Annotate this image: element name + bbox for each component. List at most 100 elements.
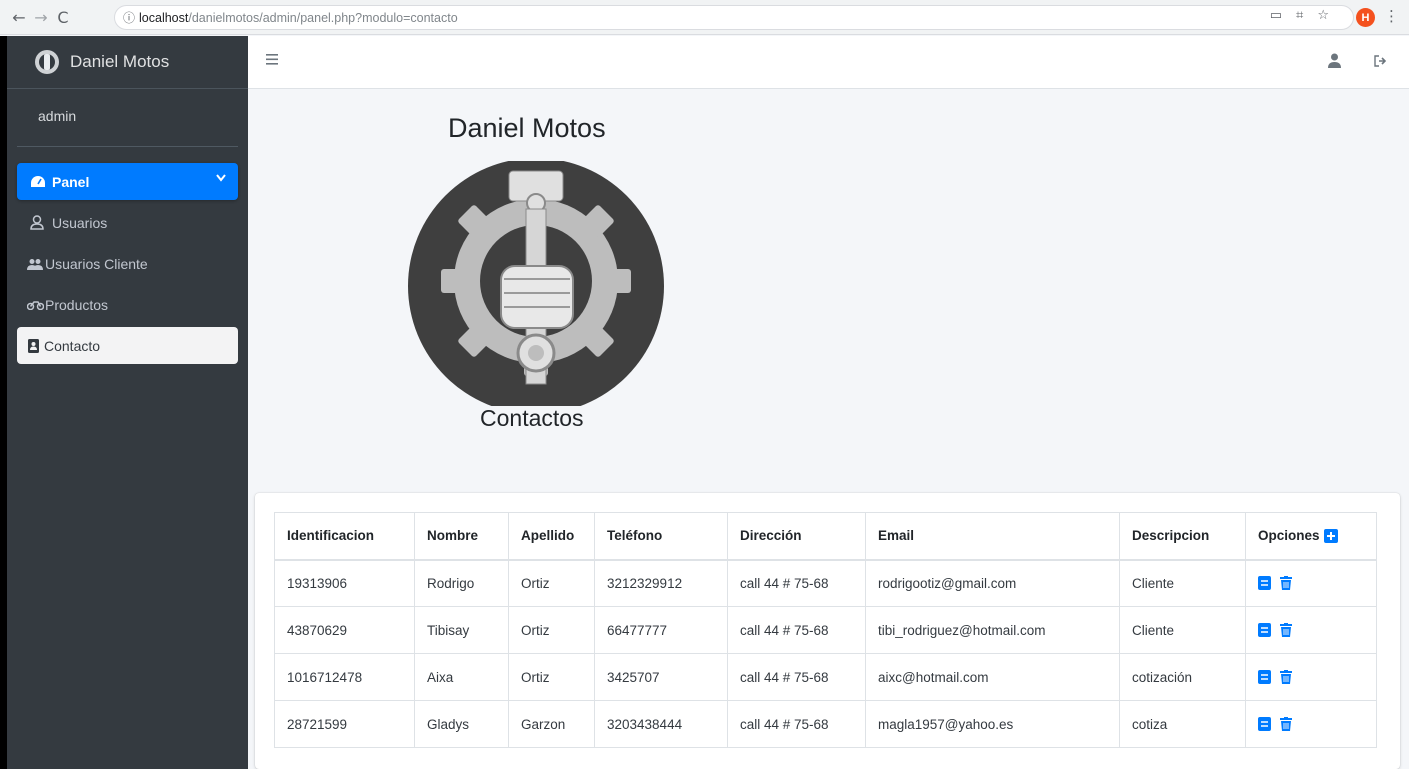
reload-icon[interactable]: C xyxy=(52,8,74,27)
browser-toolbar: ← → C ⓘ localhost/danielmotos/admin/pane… xyxy=(0,0,1409,35)
cast-icon[interactable]: ▭ xyxy=(1270,8,1282,23)
logout-icon[interactable] xyxy=(1373,55,1387,67)
brand-logo-icon xyxy=(35,50,59,74)
sidebar-item-label: Productos xyxy=(45,296,109,313)
users-icon xyxy=(27,258,45,270)
cell-direccion: call 44 # 75-68 xyxy=(727,653,866,701)
sidebar-item-usuarios-cliente[interactable]: Usuarios Cliente xyxy=(17,245,238,282)
page-subtitle: Contactos xyxy=(480,405,584,431)
contacts-card: Identificacion Nombre Apellido Teléfono … xyxy=(255,493,1400,769)
cell-nombre: Gladys xyxy=(414,700,509,748)
cell-telefono: 3212329912 xyxy=(594,559,728,607)
cell-apellido: Ortiz xyxy=(508,653,595,701)
table-row: 43870629 Tibisay Ortiz 66477777 call 44 … xyxy=(274,606,1377,654)
cell-descripcion: Cliente xyxy=(1119,606,1246,654)
delete-trash-icon[interactable] xyxy=(1280,670,1292,684)
back-icon[interactable]: ← xyxy=(8,8,30,27)
cell-descripcion: cotiza xyxy=(1119,700,1246,748)
tachometer-icon xyxy=(30,175,52,189)
col-email: Email xyxy=(865,512,1120,561)
edit-icon[interactable] xyxy=(1258,717,1271,731)
cell-identificacion: 28721599 xyxy=(274,700,415,748)
col-opciones-label: Opciones xyxy=(1258,528,1320,544)
table-header-row: Identificacion Nombre Apellido Teléfono … xyxy=(274,512,1377,561)
profile-avatar[interactable]: H xyxy=(1356,8,1375,27)
table-row: 28721599 Gladys Garzon 3203438444 call 4… xyxy=(274,700,1377,748)
col-identificacion: Identificacion xyxy=(274,512,415,561)
table-body: 19313906 Rodrigo Ortiz 3212329912 call 4… xyxy=(274,559,1377,748)
cell-apellido: Ortiz xyxy=(508,559,595,607)
cell-opciones xyxy=(1245,653,1377,701)
top-navbar xyxy=(248,36,1409,89)
brand-text: Daniel Motos xyxy=(70,52,170,71)
table-row: 1016712478 Aixa Ortiz 3425707 call 44 # … xyxy=(274,653,1377,701)
user-account-icon[interactable] xyxy=(1328,53,1341,68)
cell-direccion: call 44 # 75-68 xyxy=(727,700,866,748)
sidebar-item-label: Usuarios xyxy=(52,214,108,231)
cell-descripcion: Cliente xyxy=(1119,559,1246,607)
user-panel[interactable]: admin xyxy=(17,89,238,147)
edit-icon[interactable] xyxy=(1258,670,1271,684)
user-name: admin xyxy=(38,108,77,124)
cell-apellido: Garzon xyxy=(508,700,595,748)
cell-descripcion: cotización xyxy=(1119,653,1246,701)
cell-email: rodrigootiz@gmail.com xyxy=(865,559,1120,607)
bookmark-star-icon[interactable]: ☆ xyxy=(1317,8,1329,23)
hamburger-menu-icon[interactable] xyxy=(266,54,278,65)
page-title: Daniel Motos xyxy=(448,113,606,143)
cell-telefono: 3203438444 xyxy=(594,700,728,748)
table-row: 19313906 Rodrigo Ortiz 3212329912 call 4… xyxy=(274,559,1377,607)
delete-trash-icon[interactable] xyxy=(1280,623,1292,637)
address-bar[interactable]: ⓘ localhost/danielmotos/admin/panel.php?… xyxy=(114,5,1354,30)
cell-opciones xyxy=(1245,559,1377,607)
forward-icon[interactable]: → xyxy=(30,8,52,27)
url-host: localhost xyxy=(139,10,189,25)
edit-icon[interactable] xyxy=(1258,623,1271,637)
sidebar-item-usuarios[interactable]: Usuarios xyxy=(17,204,238,241)
cell-apellido: Ortiz xyxy=(508,606,595,654)
cell-telefono: 3425707 xyxy=(594,653,728,701)
delete-trash-icon[interactable] xyxy=(1280,717,1292,731)
menu-kebab-icon[interactable]: ⋮ xyxy=(1384,7,1399,25)
main-content: Daniel Motos Contactos Identificacion No… xyxy=(248,89,1409,769)
info-icon[interactable]: ⓘ xyxy=(123,9,135,26)
col-opciones: Opciones xyxy=(1245,512,1377,561)
brand-link[interactable]: Daniel Motos xyxy=(7,36,248,89)
sidebar-item-productos[interactable]: Productos xyxy=(17,286,238,323)
cell-nombre: Rodrigo xyxy=(414,559,509,607)
cell-opciones xyxy=(1245,700,1377,748)
col-direccion: Dirección xyxy=(727,512,866,561)
col-telefono: Teléfono xyxy=(594,512,728,561)
sidebar-item-label: Usuarios Cliente xyxy=(45,255,148,272)
cell-email: magla1957@yahoo.es xyxy=(865,700,1120,748)
cell-email: aixc@hotmail.com xyxy=(865,653,1120,701)
sidebar: Daniel Motos admin Panel Usuarios Usuari… xyxy=(0,36,248,769)
qr-icon[interactable]: ⌗ xyxy=(1296,8,1303,23)
sidebar-item-label: Panel xyxy=(52,173,90,190)
cell-direccion: call 44 # 75-68 xyxy=(727,559,866,607)
user-icon xyxy=(30,215,52,230)
motorcycle-icon xyxy=(27,299,45,310)
brand-emblem-image xyxy=(408,161,664,406)
edit-icon[interactable] xyxy=(1258,576,1271,591)
profile-initial: H xyxy=(1361,11,1370,24)
cell-identificacion: 43870629 xyxy=(274,606,415,654)
add-contact-icon[interactable] xyxy=(1323,528,1338,543)
sidebar-item-label: Contacto xyxy=(44,337,101,354)
cell-identificacion: 1016712478 xyxy=(274,653,415,701)
cell-nombre: Tibisay xyxy=(414,606,509,654)
url-path: /danielmotos/admin/panel.php?modulo=cont… xyxy=(188,10,458,25)
col-apellido: Apellido xyxy=(508,512,595,561)
sidebar-item-panel[interactable]: Panel xyxy=(17,163,238,200)
contacts-table: Identificacion Nombre Apellido Teléfono … xyxy=(274,512,1377,748)
sidebar-nav: Panel Usuarios Usuarios Cliente Producto… xyxy=(7,163,248,364)
cell-identificacion: 19313906 xyxy=(274,559,415,607)
sidebar-item-contacto[interactable]: Contacto xyxy=(17,327,238,364)
col-nombre: Nombre xyxy=(414,512,509,561)
cell-email: tibi_rodriguez@hotmail.com xyxy=(865,606,1120,654)
col-descripcion: Descripcion xyxy=(1119,512,1246,561)
chevron-down-icon xyxy=(216,174,226,182)
delete-trash-icon[interactable] xyxy=(1280,576,1292,591)
address-book-icon xyxy=(27,338,44,353)
cell-telefono: 66477777 xyxy=(594,606,728,654)
